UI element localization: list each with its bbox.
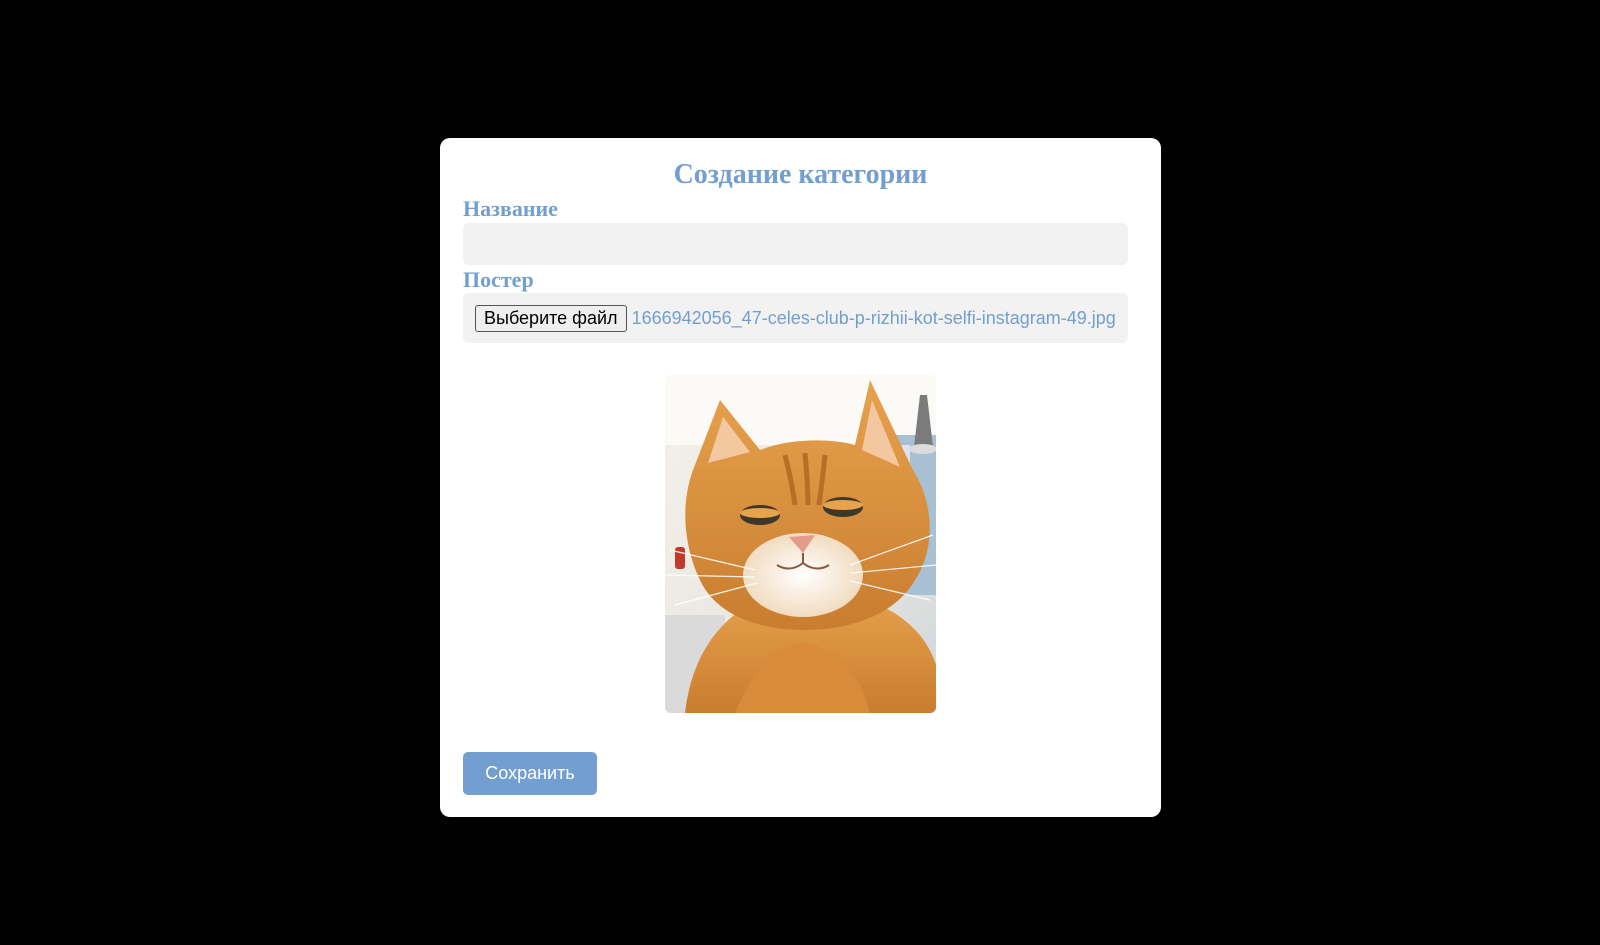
poster-preview-image xyxy=(665,375,936,713)
selected-file-name: 1666942056_47-celes-club-p-rizhii-kot-se… xyxy=(631,307,1116,328)
name-input[interactable] xyxy=(463,223,1128,265)
create-category-modal: Создание категории Название Постер Выбер… xyxy=(440,138,1161,817)
choose-file-button[interactable]: Выберите файл xyxy=(475,304,627,332)
name-label: Название xyxy=(463,196,558,221)
cat-photo-icon xyxy=(665,375,936,713)
poster-file-input[interactable]: Выберите файл 1666942056_47-celes-club-p… xyxy=(463,293,1128,343)
poster-label: Постер xyxy=(463,267,534,292)
save-button[interactable]: Сохранить xyxy=(463,752,597,795)
modal-title: Создание категории xyxy=(673,159,928,190)
